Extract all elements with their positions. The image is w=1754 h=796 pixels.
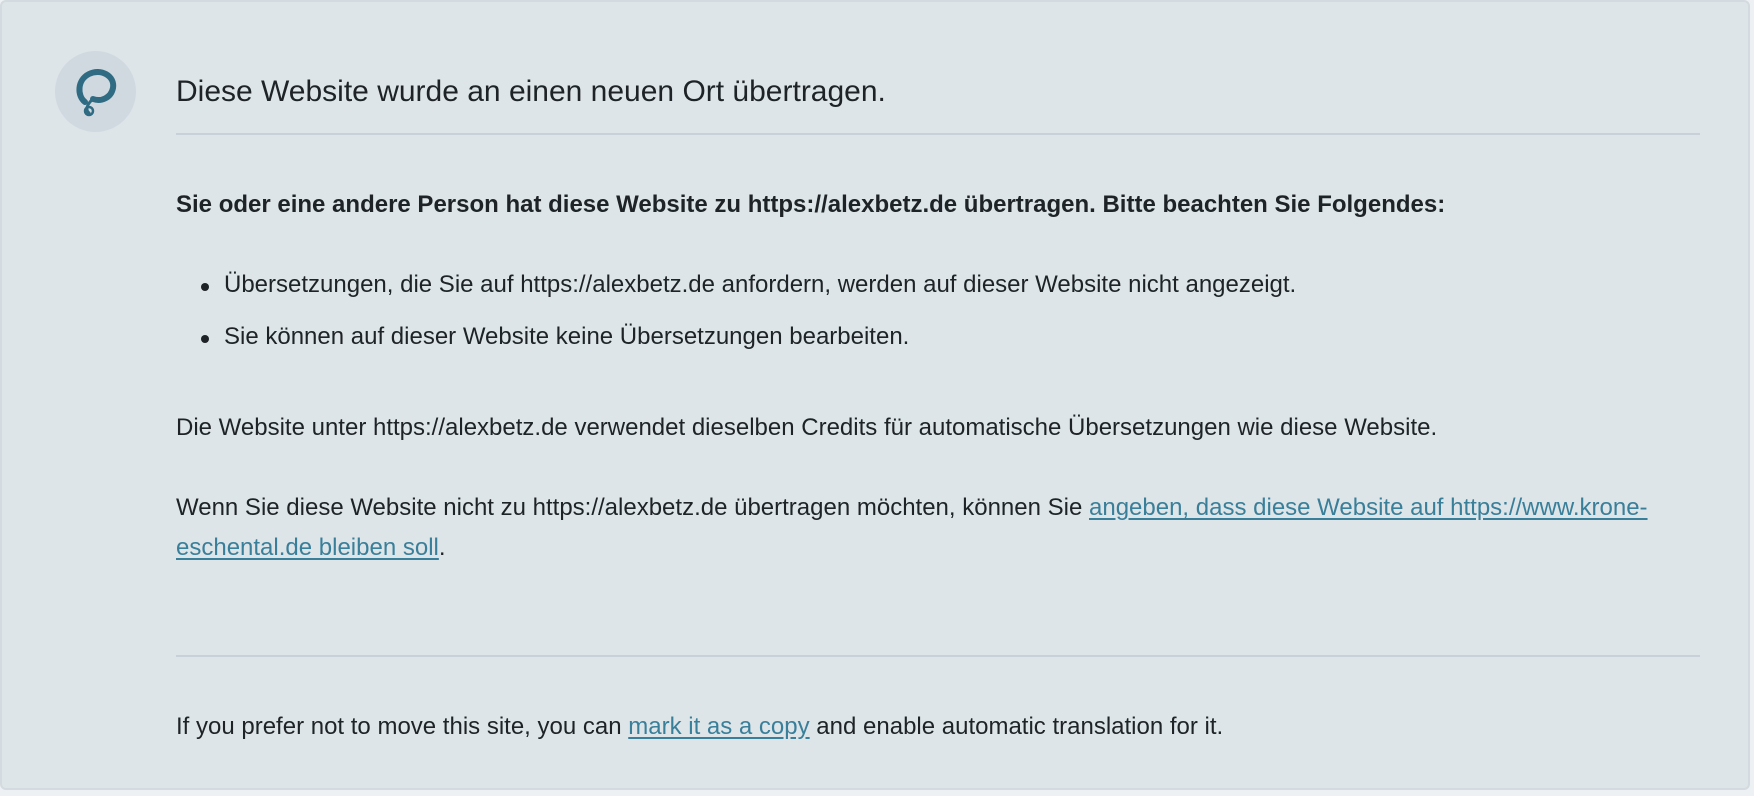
stay-text: Wenn Sie diese Website nicht zu https://… bbox=[176, 494, 1089, 521]
stay-text-end: . bbox=[438, 534, 446, 561]
copy-text: If you prefer not to move this site, you… bbox=[176, 713, 629, 740]
notice-intro: Sie oder eine andere Person hat diese We… bbox=[176, 191, 1446, 218]
copy-info: If you prefer not to move this site, you… bbox=[176, 707, 1223, 747]
bullet-icon bbox=[201, 335, 209, 343]
mark-as-copy-link[interactable]: mark it as a copy bbox=[628, 713, 809, 740]
translation-plugin-logo-icon bbox=[76, 68, 116, 116]
stay-info: Wenn Sie diese Website nicht zu https://… bbox=[176, 488, 1700, 568]
notice-title: Diese Website wurde an einen neuen Ort ü… bbox=[176, 75, 886, 108]
bullet-text: Übersetzungen, die Sie auf https://alexb… bbox=[224, 271, 1297, 298]
section-divider bbox=[176, 655, 1700, 657]
bullet-text: Sie können auf dieser Website keine Über… bbox=[224, 323, 910, 350]
list-item: Sie können auf dieser Website keine Über… bbox=[176, 320, 1296, 372]
copy-text-end: and enable automatic translation for it. bbox=[809, 713, 1224, 740]
credits-info: Die Website unter https://alexbetz.de ve… bbox=[176, 414, 1438, 441]
list-item: Übersetzungen, die Sie auf https://alexb… bbox=[176, 268, 1296, 320]
title-divider bbox=[176, 133, 1700, 135]
bullet-icon bbox=[201, 283, 209, 291]
site-moved-notice: Diese Website wurde an einen neuen Ort ü… bbox=[0, 0, 1750, 790]
notice-bullet-list: Übersetzungen, die Sie auf https://alexb… bbox=[176, 268, 1296, 372]
logo-badge bbox=[55, 51, 136, 132]
